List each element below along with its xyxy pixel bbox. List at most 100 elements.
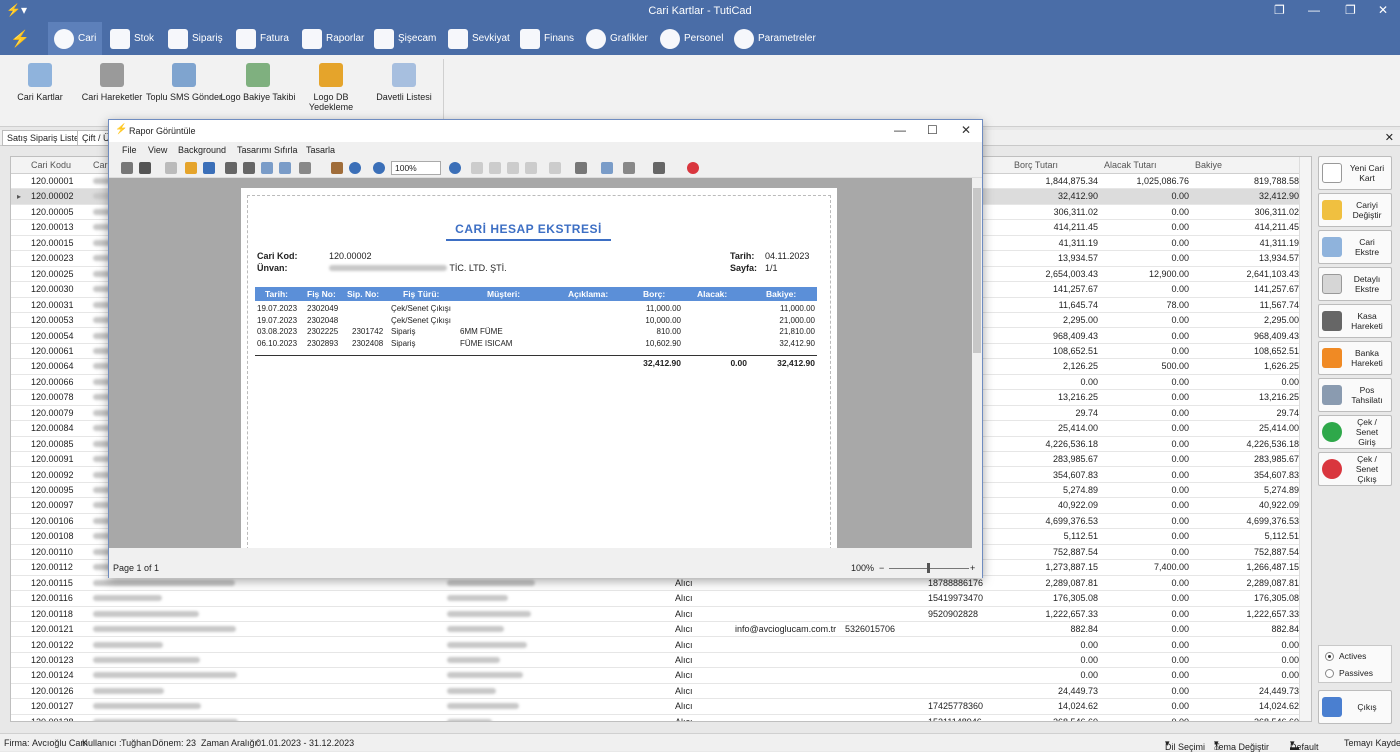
zoom-select[interactable]: 100% — [391, 161, 441, 175]
yeni-cari-kart-button[interactable]: Yeni Cari Kart — [1318, 156, 1392, 190]
pos-tahsilati-button[interactable]: Pos Tahsilatı — [1318, 378, 1392, 412]
table-row[interactable]: 120.00123 Alıcı 0.00 0.00 0.00 — [11, 653, 1311, 669]
preview-horizontal-scrollbar[interactable] — [109, 548, 982, 558]
exit-door-icon — [1322, 697, 1342, 717]
tab-finans[interactable]: Finans — [514, 22, 580, 55]
table-row[interactable]: 120.00124 Alıcı 0.00 0.00 0.00 — [11, 668, 1311, 684]
thumbnails-icon[interactable] — [165, 162, 177, 174]
export-icon[interactable] — [623, 162, 635, 174]
tema-kaydet-button[interactable]: Temayı Kaydet — [1344, 738, 1400, 748]
cell-code: 120.00121 — [31, 624, 74, 635]
col-bakiye[interactable]: Bakiye — [1195, 160, 1222, 170]
table-row[interactable]: 120.00127 Alıcı 17425778360 14,024.62 0.00 14… — [11, 699, 1311, 715]
table-row[interactable]: 120.00118 Alıcı 9520902828 1,222,657.33 0.00… — [11, 607, 1311, 622]
cek-senet-giris-button[interactable]: Çek / Senet Giriş — [1318, 415, 1392, 449]
kasa-hareketi-button[interactable]: Kasa Hareketi — [1318, 304, 1392, 338]
actives-radio[interactable]: Actives — [1325, 651, 1366, 661]
app-icon: ⚡ — [115, 124, 128, 135]
zoom-in-icon[interactable] — [449, 162, 461, 174]
banka-hareketi-button[interactable]: Banka Hareketi — [1318, 341, 1392, 375]
tab-stok[interactable]: Stok — [104, 22, 160, 55]
scroll-thumb[interactable] — [973, 188, 981, 353]
zoom-slider-thumb[interactable] — [927, 563, 930, 573]
table-row[interactable]: 120.00128 Alıcı 15211148946 268,546.60 0.00 2… — [11, 715, 1311, 721]
menu-view[interactable]: View — [148, 145, 167, 155]
exit-button[interactable]: Çıkış — [1318, 690, 1392, 724]
cell-bakiye: 24,449.73 — [1258, 685, 1299, 696]
cell-borc: 40,922.09 — [1057, 500, 1098, 511]
dialog-minimize-button[interactable]: — — [894, 123, 906, 137]
table-row[interactable]: 120.00116 Alıcı 15419973470 176,305.08 0.00 1… — [11, 591, 1311, 607]
dialog-close-button[interactable]: ✕ — [961, 123, 971, 137]
detayli-ekstre-button[interactable]: Detaylı Ekstre — [1318, 267, 1392, 301]
zoom-in-plus-icon[interactable]: + — [970, 563, 975, 573]
cell-bakiye: 5,112.51 — [1264, 531, 1299, 542]
cell-code: 120.00013 — [31, 222, 74, 233]
open-icon[interactable] — [185, 162, 197, 174]
restore-icon[interactable]: ❐ — [1274, 3, 1285, 17]
close-preview-icon[interactable] — [687, 162, 699, 174]
minimize-button[interactable]: — — [1308, 3, 1320, 17]
maximize-button[interactable]: ❐ — [1345, 3, 1356, 17]
menu-file[interactable]: File — [122, 145, 137, 155]
dil-secimi-dropdown[interactable]: Dil Seçimi ▾ — [1165, 738, 1205, 752]
logo-db-button[interactable]: Logo DB Yedekleme — [292, 61, 370, 112]
col-cari-kodu[interactable]: Cari Kodu — [31, 160, 71, 170]
cari-kartlar-button[interactable]: Cari Kartlar — [0, 61, 80, 102]
email-icon[interactable] — [653, 162, 665, 174]
magnifier-icon[interactable] — [349, 162, 361, 174]
davetli-listesi-button[interactable]: Davetli Listesi — [364, 61, 444, 102]
table-row[interactable]: 120.00122 Alıcı 0.00 0.00 0.00 — [11, 638, 1311, 653]
print-icon[interactable] — [225, 162, 237, 174]
home-icon[interactable]: ⚡ — [4, 22, 36, 55]
grid-scrollbar[interactable] — [1299, 157, 1311, 721]
cari-hareketler-button[interactable]: Cari Hareketler — [72, 61, 152, 102]
tab-fatura[interactable]: Fatura — [230, 22, 295, 55]
close-button[interactable]: ✕ — [1378, 3, 1388, 17]
cariyi-degistir-button[interactable]: Cariyi Değiştir — [1318, 193, 1392, 227]
passives-radio[interactable]: Passives — [1325, 668, 1373, 678]
toplu-sms-button[interactable]: Toplu SMS Gönder — [144, 61, 224, 102]
page-margins-icon[interactable] — [299, 162, 311, 174]
tab-parametreler[interactable]: Parametreler — [728, 22, 822, 55]
quick-print-icon[interactable] — [243, 162, 255, 174]
tab-personel[interactable]: Personel — [654, 22, 729, 55]
hand-tool-icon[interactable] — [331, 162, 343, 174]
dialog-maximize-button[interactable]: ☐ — [927, 123, 938, 137]
zoom-out-icon[interactable] — [373, 162, 385, 174]
document-map-icon[interactable] — [121, 162, 133, 174]
tema-degistir-dropdown[interactable]: ⌂ Tema Değiştir ▾ — [1214, 738, 1269, 752]
table-row[interactable]: 120.00126 Alıcı 24,449.73 0.00 24,449.73 — [11, 684, 1311, 700]
default-theme-dropdown[interactable]: ▬ Default ▾ — [1290, 738, 1319, 752]
save-icon[interactable] — [203, 162, 215, 174]
menu-tasarla[interactable]: Tasarla — [306, 145, 335, 155]
menu-background[interactable]: Background — [178, 145, 226, 155]
search-icon[interactable] — [139, 162, 151, 174]
menu-tasarimi-sifirla[interactable]: Tasarımı Sıfırla — [237, 145, 298, 155]
col-alacak[interactable]: Alacak Tutarı — [1104, 160, 1157, 170]
cell-bakiye: 1,222,657.33 — [1246, 608, 1299, 619]
tab-siparis[interactable]: Sipariş — [162, 22, 229, 55]
fill-background-icon[interactable] — [575, 162, 587, 174]
tab-sevkiyat[interactable]: Sevkiyat — [442, 22, 516, 55]
logo-bakiye-button[interactable]: Logo Bakiye Takibi — [218, 61, 298, 102]
tab-grafikler[interactable]: Grafikler — [580, 22, 654, 55]
next-page-icon[interactable] — [507, 162, 519, 174]
previous-page-icon[interactable] — [489, 162, 501, 174]
preview-vertical-scrollbar[interactable] — [972, 178, 982, 548]
tab-raporlar[interactable]: Raporlar — [296, 22, 370, 55]
col-borc[interactable]: Borç Tutarı — [1014, 160, 1058, 170]
first-page-icon[interactable] — [471, 162, 483, 174]
export-document-icon[interactable] — [601, 162, 613, 174]
cari-ekstre-button[interactable]: Cari Ekstre — [1318, 230, 1392, 264]
scale-icon[interactable] — [279, 162, 291, 174]
tab-sisecam[interactable]: Şişecam — [368, 22, 442, 55]
zoom-out-minus-icon[interactable]: − — [879, 563, 884, 573]
last-page-icon[interactable] — [525, 162, 537, 174]
cek-senet-cikis-button[interactable]: Çek / Senet Çıkış — [1318, 452, 1392, 486]
page-setup-icon[interactable] — [261, 162, 273, 174]
close-tab-icon[interactable]: ✕ — [1385, 131, 1394, 144]
multiple-pages-icon[interactable] — [549, 162, 561, 174]
table-row[interactable]: 120.00121 Alıcı info@avcioglucam.com.tr 532… — [11, 622, 1311, 638]
tab-cari[interactable]: Cari — [48, 22, 103, 55]
